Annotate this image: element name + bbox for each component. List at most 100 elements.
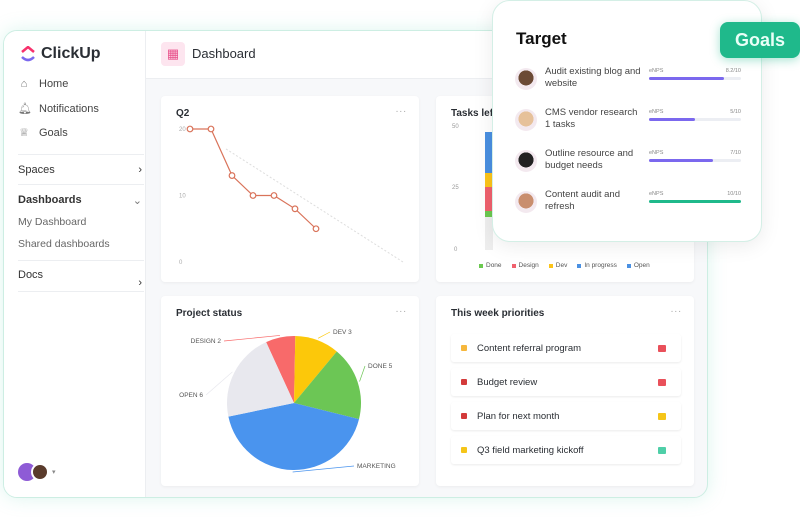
goal-item[interactable]: CMS vendor research 1 tasks eNPS 5/10 <box>515 107 745 143</box>
chart-legend: Done Design Dev In progress Open <box>479 262 650 269</box>
progress-fill <box>649 77 725 80</box>
legend-label: In progress <box>584 262 617 269</box>
data-point <box>249 192 257 199</box>
sidebar-dashboards[interactable]: Dashboards ⌄ <box>18 194 142 207</box>
bell-icon: 🔔︎ <box>18 103 32 115</box>
legend-swatch <box>479 263 483 268</box>
nav-label: Notifications <box>39 102 99 115</box>
goal-text: Outline resource and budget needs <box>545 148 634 171</box>
legend-item: In progress <box>577 262 617 269</box>
legend-swatch <box>626 263 631 268</box>
flag-icon[interactable] <box>658 446 666 454</box>
flag-icon[interactable] <box>658 412 666 420</box>
priority-label: Budget review <box>477 376 538 388</box>
y-tick: 50 <box>452 124 459 130</box>
progress-bar <box>649 77 741 80</box>
legend-item: Design <box>511 262 539 269</box>
slice-label: DESIGN 2 <box>191 338 222 345</box>
goal-text: Audit existing blog and website <box>545 66 641 89</box>
y-tick: 25 <box>452 185 459 191</box>
status-icon <box>461 413 467 419</box>
sidebar-spaces[interactable]: Spaces › <box>18 164 142 176</box>
trophy-icon: ♕ <box>19 127 29 139</box>
legend-label: Done <box>486 262 502 269</box>
priority-label: Q3 field marketing kickoff <box>477 444 584 456</box>
spaces-label: Spaces <box>18 164 55 176</box>
y-tick: 20 <box>179 127 186 133</box>
goals-title: Target <box>516 29 567 48</box>
chevron-down-icon: ▾ <box>52 469 56 476</box>
goal-item[interactable]: Audit existing blog and website eNPS 8.2… <box>515 66 745 102</box>
sidebar-item-goals[interactable]: ♕ Goals <box>18 126 68 140</box>
progress-fill <box>649 200 741 203</box>
data-point <box>207 125 215 133</box>
brand-name: ClickUp <box>41 45 101 62</box>
divider <box>18 184 144 185</box>
label-leader <box>317 331 331 339</box>
slice-label: DONE 5 <box>368 363 393 370</box>
legend-item: Dev <box>548 262 567 269</box>
status-icon <box>461 447 467 453</box>
flag-icon[interactable] <box>658 344 666 352</box>
docs-label: Docs <box>18 269 44 281</box>
page-title: Dashboard <box>192 46 256 61</box>
priority-label: Content referral program <box>477 342 582 354</box>
sidebar-my-dashboard[interactable]: My Dashboard <box>18 216 86 228</box>
progress-bar <box>649 200 741 203</box>
priority-item[interactable]: Budget review <box>451 368 681 396</box>
legend-label: Open <box>633 262 650 269</box>
sidebar-docs[interactable]: Docs › <box>18 269 142 289</box>
nav-label: Home <box>39 78 69 90</box>
y-tick: 0 <box>454 247 458 253</box>
slice-label: MARKETING <box>357 463 396 470</box>
flag-icon[interactable] <box>658 378 666 386</box>
nav-label: Goals <box>39 126 68 139</box>
sidebar-item-notifications[interactable]: 🔔︎ Notifications <box>18 102 99 116</box>
legend-swatch <box>511 263 516 268</box>
goal-item[interactable]: Outline resource and budget needs eNPS 7… <box>515 148 745 184</box>
data-point <box>228 172 236 179</box>
more-options-button[interactable]: ... <box>671 304 682 315</box>
sidebar-shared-dashboards[interactable]: Shared dashboards <box>18 238 110 250</box>
y-tick: 10 <box>179 194 186 200</box>
slice-label: DEV 3 <box>333 329 352 336</box>
priority-item[interactable]: Plan for next month <box>451 402 681 430</box>
project-status-pie-chart: DESIGN 2 DEV 3 DONE 5 MARKETING OPEN 6 <box>179 329 396 473</box>
goal-text: Content audit and refresh <box>545 189 621 212</box>
q2-card: Q2 ... 20 10 0 <box>161 96 419 282</box>
progress-fill <box>649 159 714 162</box>
priorities-card: This week priorities ... Content referra… <box>436 296 694 486</box>
clickup-logo-icon <box>21 46 35 62</box>
data-point <box>312 225 320 233</box>
priority-item[interactable]: Content referral program <box>451 334 681 362</box>
avatar <box>515 68 537 90</box>
avatar <box>31 463 49 481</box>
avatar <box>515 191 537 213</box>
ideal-line <box>225 148 404 263</box>
dashboard-icon: ▦ <box>161 42 185 66</box>
divider <box>18 291 144 292</box>
progress-bar <box>649 159 741 162</box>
chevron-right-icon: › <box>138 164 142 176</box>
chevron-right-icon: › <box>138 277 142 289</box>
user-avatars[interactable]: ▾ <box>18 463 56 481</box>
chevron-down-icon: ⌄ <box>132 195 142 207</box>
progress-fill <box>649 118 695 121</box>
sidebar: ClickUp ⌂ Home 🔔︎ Notifications ♕ Goals Spa… <box>4 31 146 497</box>
priority-item[interactable]: Q3 field marketing kickoff <box>451 436 681 464</box>
avatar <box>515 109 537 131</box>
q2-line-chart: 20 10 0 <box>179 125 404 266</box>
project-status-card: Project status ... DESIGN 2 DEV 3 DONE 5 MA… <box>161 296 419 486</box>
card-title: This week priorities <box>451 308 545 319</box>
avatar <box>515 150 537 172</box>
legend-item: Open <box>626 262 650 269</box>
status-icon <box>461 379 467 385</box>
label-leader <box>359 365 366 382</box>
dashboards-label: Dashboards <box>18 194 82 206</box>
goals-badge: Goals <box>720 22 800 58</box>
progress-bar <box>649 118 741 121</box>
goal-item[interactable]: Content audit and refresh eNPS 10/10 <box>515 189 745 225</box>
clickup-logo[interactable]: ClickUp <box>20 45 101 63</box>
divider <box>18 260 144 261</box>
sidebar-item-home[interactable]: ⌂ Home <box>18 78 69 90</box>
